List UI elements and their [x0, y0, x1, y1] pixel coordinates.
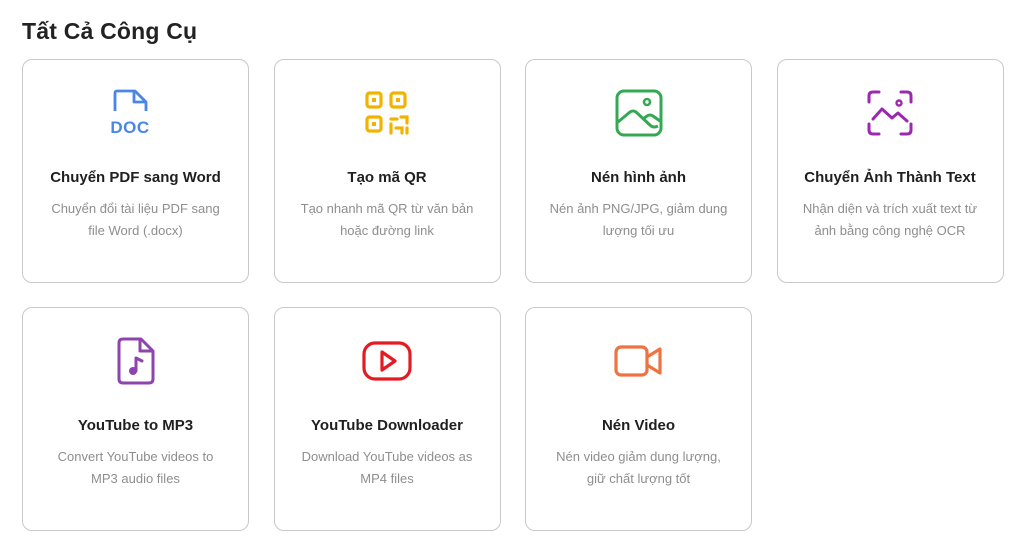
youtube-play-icon — [362, 336, 412, 386]
qr-code-icon — [362, 88, 412, 138]
tool-card-qr-generator[interactable]: Tạo mã QR Tạo nhanh mã QR từ văn bản hoặ… — [273, 59, 501, 283]
tool-title: Nén Video — [601, 417, 676, 434]
tool-card-pdf-to-word[interactable]: DOC Chuyển PDF sang Word Chuyển đổi tài … — [22, 59, 249, 283]
tool-title: Tạo mã QR — [347, 169, 427, 186]
doc-file-icon: DOC — [111, 88, 161, 138]
image-icon — [614, 88, 664, 138]
tool-card-image-to-text[interactable]: Chuyển Ảnh Thành Text Nhận diện và trích… — [776, 59, 1004, 283]
svg-text:DOC: DOC — [111, 118, 150, 137]
tool-card-video-compress[interactable]: Nén Video Nén video giảm dung lượng, giữ… — [525, 307, 752, 531]
video-camera-icon — [613, 336, 664, 386]
tool-description: Download YouTube videos as MP4 files — [301, 449, 473, 486]
tool-card-youtube-to-mp3[interactable]: YouTube to MP3 Convert YouTube videos to… — [22, 307, 249, 531]
tools-grid: DOC Chuyển PDF sang Word Chuyển đổi tài … — [22, 59, 1004, 531]
tools-page: Tất Cả Công Cụ DOC Chuyển PDF sang Word … — [0, 0, 1024, 557]
tool-description: Convert YouTube videos to MP3 audio file… — [57, 449, 214, 486]
tool-description: Chuyển đổi tài liệu PDF sang file Word (… — [51, 201, 220, 238]
tool-description: Nén video giảm dung lượng, giữ chất lượn… — [556, 449, 721, 486]
tool-card-image-compress[interactable]: Nén hình ảnh Nén ảnh PNG/JPG, giảm dung … — [525, 59, 752, 283]
image-scan-icon — [865, 88, 915, 138]
tool-title: YouTube Downloader — [311, 417, 463, 434]
tool-title: Nén hình ảnh — [591, 169, 686, 186]
tool-title: Chuyển PDF sang Word — [50, 169, 221, 186]
tool-title: YouTube to MP3 — [77, 417, 194, 434]
section-title: Tất Cả Công Cụ — [22, 18, 198, 44]
tool-description: Tạo nhanh mã QR từ văn bản hoặc đường li… — [300, 201, 474, 238]
tool-description: Nén ảnh PNG/JPG, giảm dung lượng tối ưu — [549, 201, 728, 238]
tool-description: Nhận diện và trích xuất text từ ảnh bằng… — [802, 201, 978, 238]
music-file-icon — [111, 336, 161, 386]
tool-card-youtube-downloader[interactable]: YouTube Downloader Download YouTube vide… — [273, 307, 501, 531]
tool-title: Chuyển Ảnh Thành Text — [804, 169, 976, 186]
